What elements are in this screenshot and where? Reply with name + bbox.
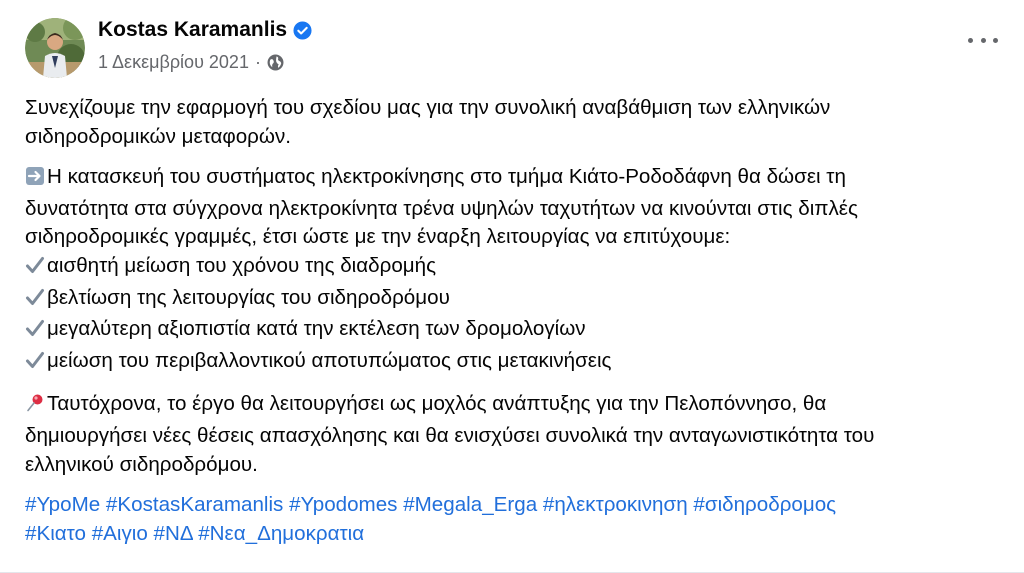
text-line: σιδηροδρομικών μεταφορών. (25, 124, 291, 148)
closing-paragraph: Ταυτόχρονα, το έργο θα λειτουργήσει ως μ… (25, 390, 1005, 479)
post-meta: 1 Δεκεμβρίου 2021 · (98, 52, 284, 73)
hashtag-line: #YpoMe #KostasKaramanlis #Ypodomes #Mega… (25, 491, 1005, 520)
text-segment: Ταυτόχρονα, το έργο θα λειτουργήσει ως μ… (47, 392, 827, 416)
text-line: δημιουργήσει νέες θέσεις απασχόλησης και… (25, 423, 875, 447)
check-mark-emoji-icon (25, 255, 45, 284)
hashtag-link[interactable]: #ΝΔ (154, 522, 193, 545)
avatar-photo (25, 18, 85, 78)
text-line: δυνατότητα στα σύγχρονα ηλεκτροκίνητα τρ… (25, 196, 858, 220)
dot-icon (968, 37, 973, 43)
check-mark-emoji-icon (25, 287, 45, 316)
main-paragraph: Η κατασκευή του συστήματος ηλεκτροκίνηση… (25, 163, 1005, 378)
text-line: Συνεχίζουμε την εφαρμογή του σχεδίου μας… (25, 96, 831, 119)
bullet-text: μεγαλύτερη αξιοπιστία κατά την εκτέλεση … (47, 317, 586, 341)
bullet-text: βελτίωση της λειτουργίας του σιδηροδρόμο… (47, 285, 450, 309)
hashtag-line: #Κιατο #Αιγιο #ΝΔ #Νεα_Δημοκρατια (25, 520, 1005, 549)
hashtags: #YpoMe #KostasKaramanlis #Ypodomes #Mega… (25, 491, 1005, 548)
bullet-item: μείωση του περιβαλλοντικού αποτυπώματος … (25, 347, 1005, 379)
text-line-with-icon: Ταυτόχρονα, το έργο θα λειτουργήσει ως μ… (25, 390, 1005, 422)
author-name-row: Kostas Karamanlis (98, 18, 312, 42)
hashtag-link[interactable]: #Ypodomes (289, 493, 397, 516)
hashtag-link[interactable]: #Αιγιο (92, 522, 148, 545)
avatar[interactable] (25, 18, 85, 78)
hashtag-link[interactable]: #σιδηροδρομος (693, 493, 836, 516)
check-mark-emoji-icon (25, 318, 45, 347)
text-line: σιδηροδρομικές γραμμές, έτσι ώστε με την… (25, 225, 731, 249)
hashtag-link[interactable]: #ηλεκτροκινηση (543, 493, 688, 516)
verified-badge-icon (293, 20, 312, 40)
hashtag-link[interactable]: #Megala_Erga (403, 493, 537, 516)
text-line: ελληνικού σιδηροδρόμου. (25, 452, 258, 476)
text-line-with-icon: Η κατασκευή του συστήματος ηλεκτροκίνηση… (25, 163, 1005, 195)
dot-icon (980, 37, 986, 43)
text-segment: Η κατασκευή του συστήματος ηλεκτροκίνηση… (47, 165, 846, 189)
more-options-icon[interactable] (968, 30, 998, 50)
post-date[interactable]: 1 Δεκεμβρίου 2021 (98, 52, 249, 73)
bullet-item: αισθητή μείωση του χρόνου της διαδρομής (25, 252, 1005, 284)
globe-icon[interactable] (267, 54, 284, 71)
bullet-text: μείωση του περιβαλλοντικού αποτυπώματος … (47, 348, 612, 372)
intro-paragraph: Συνεχίζουμε την εφαρμογή του σχεδίου μας… (25, 94, 1005, 151)
meta-separator: · (254, 52, 261, 72)
hashtag-link[interactable]: #Νεα_Δημοκρατια (198, 522, 364, 545)
right-arrow-emoji-icon (25, 166, 45, 195)
facebook-post: Kostas Karamanlis 1 Δεκεμβρίου 2021 · Συ… (0, 0, 1024, 573)
round-pushpin-emoji-icon (25, 393, 45, 422)
hashtag-link[interactable]: #Κιατο (25, 522, 86, 545)
bullet-item: βελτίωση της λειτουργίας του σιδηροδρόμο… (25, 284, 1005, 316)
dot-icon (993, 37, 998, 43)
bullet-item: μεγαλύτερη αξιοπιστία κατά την εκτέλεση … (25, 315, 1005, 347)
bullet-text: αισθητή μείωση του χρόνου της διαδρομής (47, 253, 437, 277)
author-name[interactable]: Kostas Karamanlis (98, 18, 287, 42)
hashtag-link[interactable]: #KostasKaramanlis (106, 493, 283, 516)
check-mark-emoji-icon (25, 350, 45, 379)
hashtag-link[interactable]: #YpoMe (25, 493, 100, 516)
post-text: Συνεχίζουμε την εφαρμογή του σχεδίου μας… (25, 94, 1005, 548)
